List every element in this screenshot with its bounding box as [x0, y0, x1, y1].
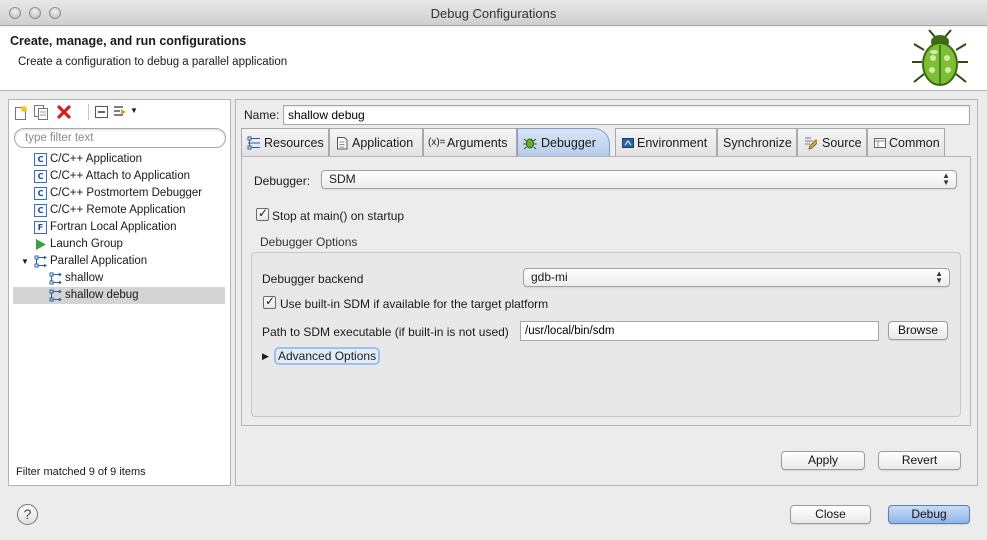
backend-select[interactable]: gdb-mi ▲ ▼: [523, 268, 950, 287]
tree-item-parallel-application[interactable]: ▼ Parallel Application: [21, 253, 224, 270]
filter-input[interactable]: [14, 128, 226, 148]
tab-label: Arguments: [447, 136, 508, 150]
debugger-select[interactable]: SDM ▲ ▼: [321, 170, 957, 189]
close-button[interactable]: Close: [790, 505, 871, 524]
new-configuration-icon[interactable]: [13, 104, 29, 120]
launch-group-icon: [36, 239, 46, 250]
debugger-bug-icon: [523, 138, 537, 150]
tree-item-label: shallow: [65, 272, 104, 284]
tree-item-label: shallow debug: [65, 289, 139, 301]
tree-item-c-attach[interactable]: C C/C++ Attach to Application: [34, 168, 224, 185]
configuration-editor-panel: Name: Resources Application (x)= Argumen…: [235, 99, 978, 486]
use-builtin-sdm-label: Use built-in SDM if available for the ta…: [280, 297, 549, 311]
parallel-app-icon: [34, 255, 47, 268]
expand-arrow-icon[interactable]: ▶: [262, 351, 269, 362]
configuration-toolbar: ▼: [9, 100, 230, 124]
tree-item-c-application[interactable]: C C/C++ Application: [34, 151, 224, 168]
tab-label: Debugger: [541, 136, 596, 150]
tab-label: Application: [352, 136, 414, 150]
backend-label: Debugger backend: [262, 272, 364, 286]
backend-select-value: gdb-mi: [531, 270, 568, 284]
name-label: Name:: [244, 108, 280, 122]
tab-environment[interactable]: Environment: [615, 128, 717, 156]
c-app-icon: C: [34, 187, 47, 200]
sdm-path-label: Path to SDM executable (if built-in is n…: [262, 325, 509, 339]
collapse-all-icon[interactable]: [94, 104, 110, 120]
application-icon: [337, 137, 348, 150]
checkmark-icon: ✓: [258, 206, 269, 220]
tree-item-launch-group[interactable]: Launch Group: [34, 236, 224, 253]
stop-at-main-label: Stop at main() on startup: [272, 209, 405, 223]
select-arrows-icon: ▲ ▼: [935, 269, 943, 285]
chevron-down-icon[interactable]: ▼: [130, 106, 138, 115]
tree-item-label: Launch Group: [50, 238, 123, 250]
header-subtitle: Create a configuration to debug a parall…: [18, 56, 288, 68]
debugger-label: Debugger:: [254, 174, 311, 188]
tab-label: Resources: [264, 136, 324, 150]
browse-button[interactable]: Browse: [888, 321, 948, 340]
tree-item-shallow-debug[interactable]: shallow debug: [13, 287, 225, 304]
title-bar: Debug Configurations: [0, 0, 987, 26]
tab-label: Synchronize: [723, 136, 792, 150]
debugger-options-group: Debugger backend gdb-mi ▲ ▼ ✓ Use built-i…: [251, 252, 961, 417]
use-builtin-sdm-checkbox[interactable]: ✓: [263, 294, 276, 309]
resources-icon: [247, 136, 260, 150]
tree-item-label: Parallel Application: [50, 255, 148, 267]
filter-status: Filter matched 9 of 9 items: [16, 466, 146, 478]
revert-button[interactable]: Revert: [878, 451, 961, 470]
tab-label: Environment: [637, 136, 708, 150]
tree-item-c-postmortem[interactable]: C C/C++ Postmortem Debugger: [34, 185, 224, 202]
duplicate-icon[interactable]: [33, 104, 49, 120]
parallel-config-icon: [49, 289, 62, 302]
tab-synchronize[interactable]: Synchronize: [717, 128, 797, 156]
name-input[interactable]: [283, 105, 970, 125]
tree-item-label: C/C++ Attach to Application: [50, 170, 191, 182]
apply-button[interactable]: Apply: [781, 451, 865, 470]
fortran-icon: F: [34, 221, 47, 234]
tree-item-shallow[interactable]: shallow: [49, 270, 224, 287]
tab-bar: Resources Application (x)= Arguments Deb…: [241, 128, 971, 156]
configuration-list-panel: ▼ C C/C++ Application C C/C++ Attach to …: [8, 99, 231, 486]
c-app-icon: C: [34, 204, 47, 217]
tab-resources[interactable]: Resources: [241, 128, 329, 156]
arguments-icon: (x)=: [428, 137, 446, 148]
delete-icon[interactable]: [56, 104, 72, 120]
filter-menu-icon[interactable]: [112, 104, 128, 120]
debugger-options-title: Debugger Options: [260, 235, 358, 249]
tab-label: Common: [889, 136, 940, 150]
debugger-select-value: SDM: [329, 172, 356, 186]
tree-item-label: C/C++ Remote Application: [50, 204, 186, 216]
advanced-options-toggle[interactable]: Advanced Options: [276, 349, 379, 363]
window-title: Debug Configurations: [430, 6, 557, 21]
select-arrows-icon: ▲ ▼: [942, 171, 950, 187]
debug-bug-icon: [912, 29, 968, 86]
tab-debugger[interactable]: Debugger: [517, 128, 610, 156]
tab-arguments[interactable]: (x)= Arguments: [423, 128, 517, 156]
stop-at-main-checkbox[interactable]: ✓: [256, 206, 269, 221]
tab-label: Source: [822, 136, 862, 150]
debug-button[interactable]: Debug: [888, 505, 970, 524]
tab-application[interactable]: Application: [329, 128, 423, 156]
tree-item-label: Fortran Local Application: [50, 221, 177, 233]
toolbar-separator: [88, 104, 89, 120]
tree-item-fortran-local[interactable]: F Fortran Local Application: [34, 219, 224, 236]
help-icon[interactable]: ?: [17, 504, 38, 525]
tree-item-label: C/C++ Application: [50, 153, 143, 165]
tree-item-c-remote[interactable]: C C/C++ Remote Application: [34, 202, 224, 219]
header-banner: Create, manage, and run configurations C…: [0, 27, 987, 91]
source-icon: [805, 137, 817, 150]
debugger-tab-content: Debugger: SDM ▲ ▼ ✓ Stop at main() on sta…: [241, 156, 971, 426]
tab-common[interactable]: Common: [867, 128, 945, 156]
common-icon: [874, 138, 886, 148]
tab-source[interactable]: Source: [797, 128, 867, 156]
environment-icon: [622, 138, 634, 148]
parallel-config-icon: [49, 272, 62, 285]
header-title: Create, manage, and run configurations: [10, 34, 247, 48]
sdm-path-input[interactable]: [520, 321, 879, 341]
tree-item-label: C/C++ Postmortem Debugger: [50, 187, 203, 199]
checkmark-icon: ✓: [265, 294, 276, 308]
c-app-icon: C: [34, 153, 47, 166]
c-app-icon: C: [34, 170, 47, 183]
expand-arrow-icon[interactable]: ▼: [21, 253, 29, 270]
